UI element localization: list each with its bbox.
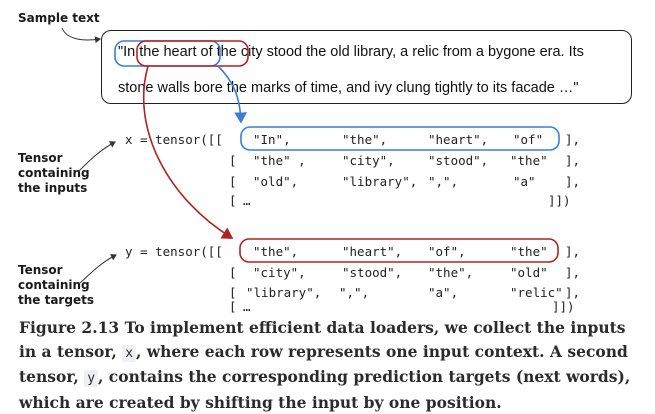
sample-label-pointer — [61, 27, 101, 44]
target-window-highlight — [136, 40, 249, 67]
caption-y-var: y — [84, 370, 99, 387]
inputs-label-pointer — [77, 141, 116, 173]
target-arrow — [143, 65, 234, 239]
input-arrow — [217, 65, 248, 124]
input-window-highlight — [114, 40, 221, 67]
caption-text-3: , contains the corresponding prediction … — [19, 367, 631, 412]
caption-x-var: x — [122, 344, 137, 362]
targets-label-pointer — [79, 254, 117, 284]
x-first-row-highlight — [240, 126, 560, 151]
y-first-row-highlight — [239, 238, 559, 263]
figure-caption: Figure 2.13 To implement efficient data … — [19, 316, 644, 414]
